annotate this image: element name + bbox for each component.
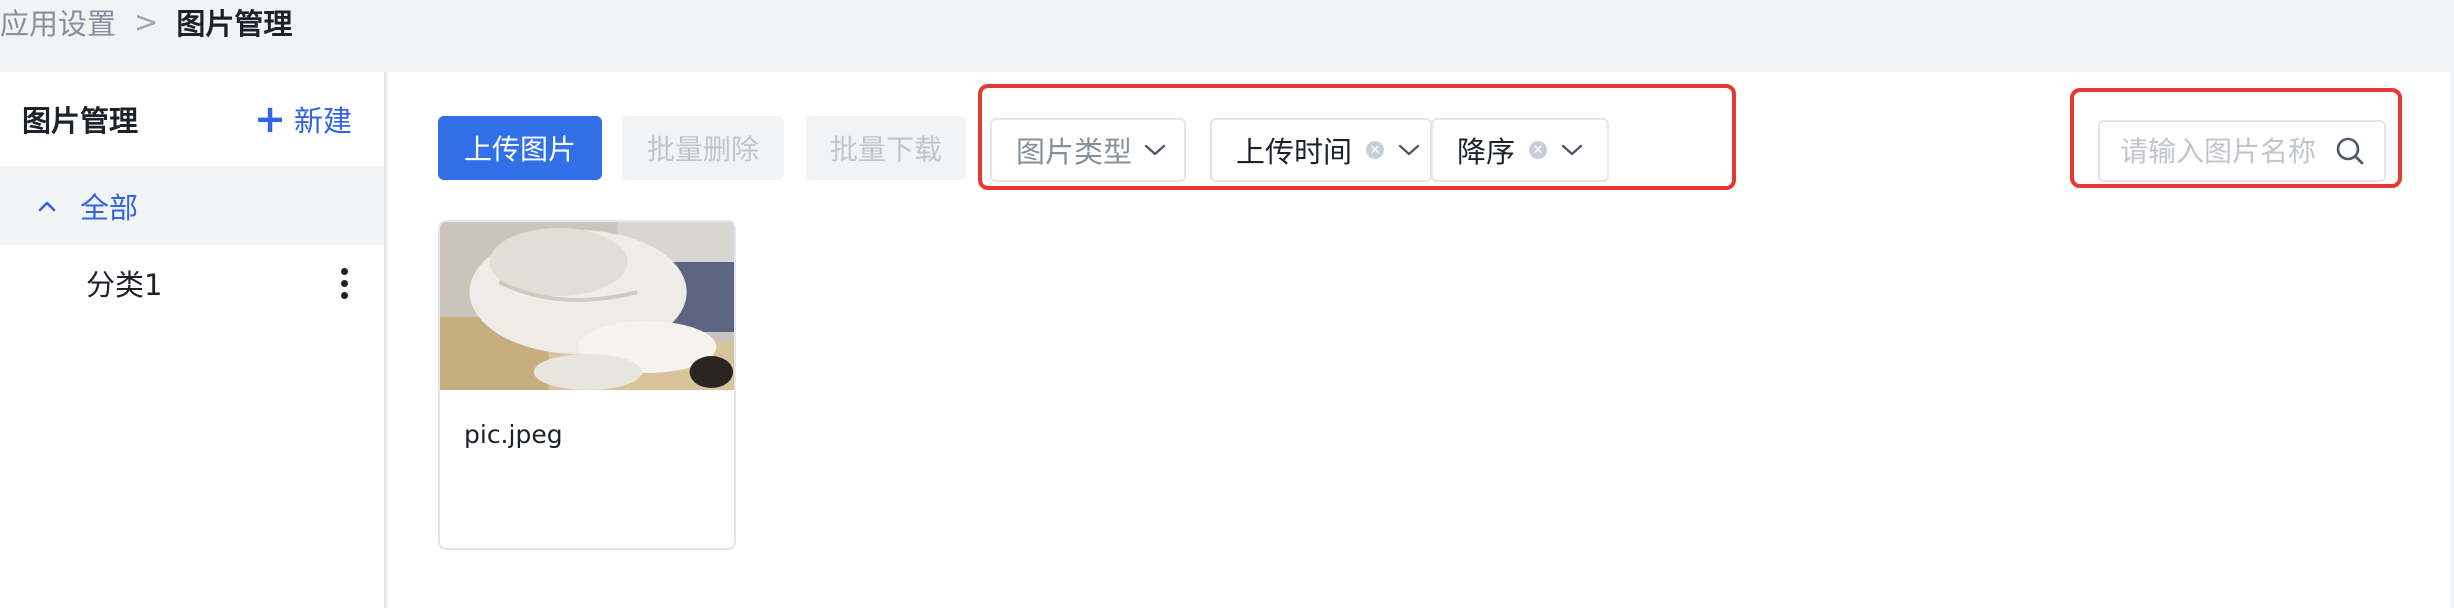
upload-image-button[interactable]: 上传图片 xyxy=(438,116,602,180)
filters-highlight-box xyxy=(978,84,1736,190)
batch-delete-button[interactable]: 批量删除 xyxy=(622,116,784,180)
more-icon[interactable] xyxy=(341,267,348,299)
image-filename: pic.jpeg xyxy=(464,420,563,449)
tree-item-all-label: 全部 xyxy=(80,190,139,225)
tree-item-all[interactable]: 全部 xyxy=(0,166,384,245)
image-card[interactable]: pic.jpeg xyxy=(438,220,736,550)
breadcrumb-current: 图片管理 xyxy=(176,7,293,41)
breadcrumb-root[interactable]: 应用设置 xyxy=(0,1,116,43)
breadcrumb: 应用设置 > 图片管理 xyxy=(0,0,292,44)
search-highlight-box xyxy=(2070,88,2402,188)
caret-up-icon[interactable] xyxy=(36,195,58,217)
tree-item-category[interactable]: 分类1 xyxy=(0,245,384,321)
batch-download-button[interactable]: 批量下载 xyxy=(806,116,966,180)
sidebar: 图片管理 + 新建 全部 分类1 xyxy=(0,72,386,608)
sidebar-title: 图片管理 xyxy=(22,104,139,138)
sidebar-header: 图片管理 + 新建 xyxy=(0,72,384,166)
new-category-button[interactable]: + 新建 xyxy=(254,98,352,140)
plus-icon: + xyxy=(254,97,286,141)
breadcrumb-separator: > xyxy=(134,5,159,39)
tree-item-label: 分类1 xyxy=(86,268,163,302)
image-thumbnail[interactable] xyxy=(440,222,734,390)
main-panel: 上传图片 批量删除 批量下载 图片类型 上传时间 ✕ 降序 ✕ 请输入图片名称 … xyxy=(388,72,2450,608)
new-category-label: 新建 xyxy=(293,104,352,138)
